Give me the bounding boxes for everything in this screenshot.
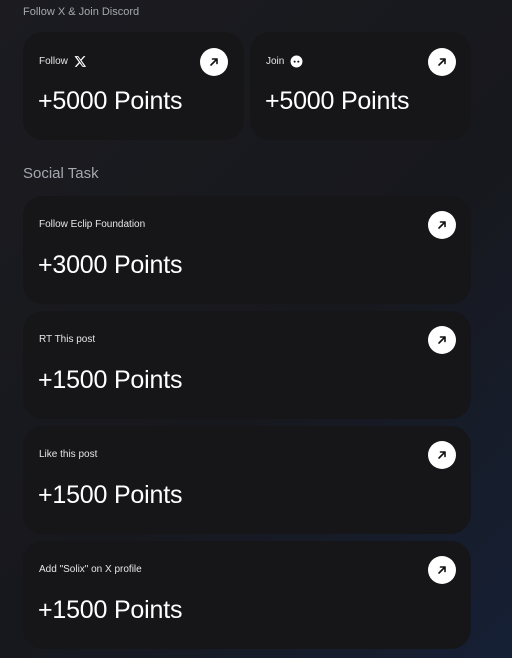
join-label: Join [266, 56, 285, 67]
follow-x-points: +5000 Points [38, 87, 183, 115]
task-open-button[interactable] [428, 211, 456, 239]
task-label: Add "Solix" on X profile [39, 564, 142, 575]
task-points: +1500 Points [38, 366, 183, 394]
social-task-card[interactable]: Like this post +1500 Points [23, 426, 471, 534]
x-logo-icon [74, 55, 87, 68]
follow-x-open-button[interactable] [200, 48, 228, 76]
follow-label: Follow [39, 56, 68, 67]
follow-x-card[interactable]: Follow +5000 Points [23, 32, 244, 140]
arrow-up-right-icon [438, 566, 446, 574]
social-task-card[interactable]: Follow Eclip Foundation +3000 Points [23, 196, 471, 304]
task-points: +1500 Points [38, 596, 183, 624]
task-open-button[interactable] [428, 326, 456, 354]
arrow-up-right-icon [438, 58, 446, 66]
task-open-button[interactable] [428, 441, 456, 469]
task-open-button[interactable] [428, 556, 456, 584]
join-discord-points: +5000 Points [265, 87, 410, 115]
task-points: +3000 Points [38, 251, 183, 279]
discord-icon [290, 55, 303, 68]
task-label: RT This post [39, 334, 96, 345]
task-points: +1500 Points [38, 481, 183, 509]
join-discord-open-button[interactable] [428, 48, 456, 76]
task-label: Like this post [39, 449, 98, 460]
arrow-up-right-icon [438, 221, 446, 229]
section-title-follow-join: Follow X & Join Discord [23, 6, 140, 18]
arrow-up-right-icon [438, 451, 446, 459]
social-task-card[interactable]: RT This post +1500 Points [23, 311, 471, 419]
join-discord-card[interactable]: Join +5000 Points [250, 32, 471, 140]
section-title-social-task: Social Task [23, 165, 99, 182]
arrow-up-right-icon [438, 336, 446, 344]
arrow-up-right-icon [210, 58, 218, 66]
social-task-card[interactable]: Add "Solix" on X profile +1500 Points [23, 541, 471, 649]
task-label: Follow Eclip Foundation [39, 219, 146, 230]
